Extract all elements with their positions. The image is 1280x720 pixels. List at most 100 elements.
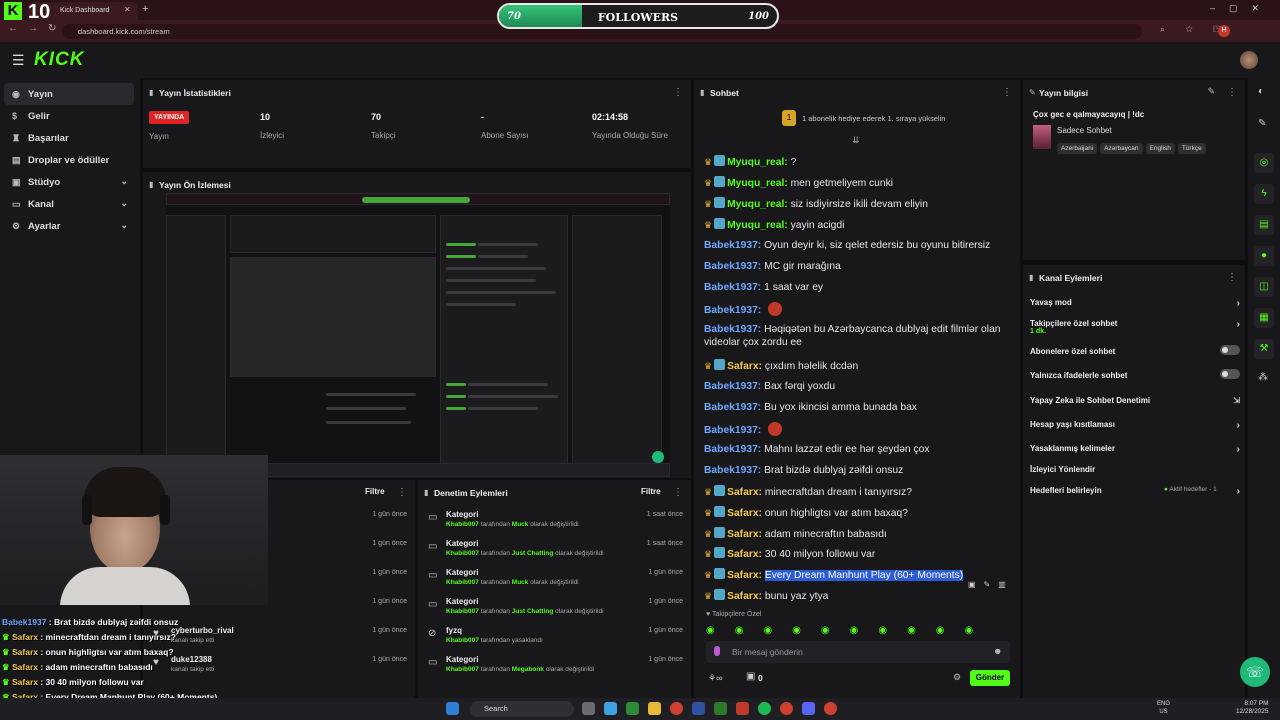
app-icon[interactable] xyxy=(736,702,749,715)
overlay-chat-line: ♛ Safarx : onun highligtsı var atım baxa… xyxy=(2,647,174,657)
filter-button[interactable]: Filtre xyxy=(365,487,385,496)
more-icon[interactable]: ⋮ xyxy=(673,487,683,498)
chrome-icon[interactable] xyxy=(780,702,793,715)
window-controls[interactable]: –▢✕ xyxy=(1210,3,1273,14)
chrome-icon[interactable] xyxy=(670,702,683,715)
chat-username[interactable]: Babek1937: xyxy=(704,381,761,392)
camera-icon[interactable]: ◎ xyxy=(1254,153,1274,173)
chat-bubble-icon[interactable]: ● xyxy=(1254,246,1274,266)
chrome-icon[interactable] xyxy=(824,702,837,715)
ai-moderation-row[interactable]: Yapay Zeka ile Sohbet Denetimi ⇲ xyxy=(1030,396,1240,405)
scroll-down-icon[interactable]: ⇊ xyxy=(852,135,860,146)
more-icon[interactable]: ⋮ xyxy=(397,487,407,498)
chat-username[interactable]: Babek1937: xyxy=(704,465,761,476)
sidebar-item-gelir[interactable]: $ Gelir xyxy=(4,105,134,127)
message-actions[interactable]: ▣✎▥ xyxy=(968,580,1014,589)
discord-icon[interactable] xyxy=(802,702,815,715)
more-icon[interactable]: ⋮ xyxy=(1227,272,1237,283)
new-tab-icon[interactable]: + xyxy=(142,3,148,15)
broadcast-icon[interactable]: ◫ xyxy=(1254,277,1274,297)
sidebar-item-yayin[interactable]: ◉ Yayın xyxy=(4,83,134,105)
chat-username[interactable]: Safarx: xyxy=(727,591,762,602)
more-icon[interactable]: ⋮ xyxy=(1002,87,1012,98)
sidebar-item-ayarlar[interactable]: ⚙ Ayarlar ⌄ xyxy=(4,215,134,237)
sidebar-item-droplar[interactable]: ▤ Droplar ve ödüller xyxy=(4,149,134,171)
more-icon[interactable]: ⋮ xyxy=(1227,87,1237,98)
list-item: ▭ Kategori Khabib007 tarafından Megabonk o… xyxy=(418,651,691,680)
chat-username[interactable]: Safarx: xyxy=(727,570,762,581)
windows-start-icon[interactable] xyxy=(446,702,459,715)
points-icon[interactable]: ⚘∞ xyxy=(708,673,722,684)
sidebar-item-kanal[interactable]: ▭ Kanal ⌄ xyxy=(4,193,134,215)
nested-chat-line xyxy=(446,395,466,398)
slow-mode-row[interactable]: Yavaş mod › xyxy=(1030,298,1240,309)
chat-settings-icon[interactable]: ⚙ xyxy=(953,672,961,683)
chat-username[interactable]: Babek1937: xyxy=(704,444,761,455)
chat-username[interactable]: Safarx: xyxy=(727,508,762,519)
folder-icon[interactable] xyxy=(648,702,661,715)
subs-only-toggle[interactable] xyxy=(1220,345,1240,355)
theme-toggle-icon[interactable]: ◐ xyxy=(1258,86,1264,97)
browser-profile-icon[interactable]: H xyxy=(1218,25,1230,37)
chat-username[interactable]: Safarx: xyxy=(727,487,762,498)
user-avatar[interactable] xyxy=(1240,51,1258,69)
app-icon[interactable] xyxy=(582,702,595,715)
chat-username[interactable]: Safarx: xyxy=(727,549,762,560)
edit-icon[interactable]: ✎ xyxy=(1207,86,1215,97)
wrench-icon[interactable]: ⚒ xyxy=(1254,339,1274,359)
chat-username[interactable]: Safarx: xyxy=(727,361,762,372)
nodes-icon[interactable]: ⁂ xyxy=(1258,372,1268,383)
kick-logo[interactable]: KICK xyxy=(34,49,84,71)
app-icon[interactable] xyxy=(692,702,705,715)
gift-icon[interactable]: ▣ xyxy=(746,671,755,682)
app-icon[interactable] xyxy=(714,702,727,715)
goals-row[interactable]: Hedefleri belirleyin ● Aktif hedefler - 1… xyxy=(1030,486,1240,497)
raid-row[interactable]: İzleyici Yönlendir xyxy=(1030,465,1240,474)
mic-icon[interactable] xyxy=(714,646,720,656)
subs-only-row[interactable]: Abonelere özel sohbet xyxy=(1030,345,1240,356)
support-chat-button[interactable]: ☏ xyxy=(1240,657,1270,687)
taskbar-search[interactable]: Search xyxy=(470,701,574,717)
banned-words-row[interactable]: Yasaklanmış kelimeler › xyxy=(1030,444,1240,455)
app-icon[interactable] xyxy=(626,702,639,715)
send-button[interactable]: Gönder xyxy=(970,670,1010,686)
chat-username[interactable]: Babek1937: xyxy=(704,425,761,436)
nav-buttons[interactable]: ←→↻ xyxy=(8,23,66,34)
tab-close-icon[interactable]: ✕ xyxy=(124,5,131,14)
more-icon[interactable]: ⋮ xyxy=(673,87,683,98)
chat-username[interactable]: Myuqu_real: xyxy=(727,157,788,168)
emote-image xyxy=(768,302,783,316)
stream-preview-video[interactable] xyxy=(166,193,670,477)
server-icon[interactable]: ▦ xyxy=(1254,308,1274,328)
clipboard-icon[interactable]: ▤ xyxy=(1254,215,1274,235)
filter-button[interactable]: Filtre xyxy=(641,487,661,496)
app-icon[interactable] xyxy=(604,702,617,715)
chat-username[interactable]: Babek1937: xyxy=(704,402,761,413)
sidebar-item-studyo[interactable]: ▣ Stüdyo ⌄ xyxy=(4,171,134,193)
chat-username[interactable]: Babek1937: xyxy=(704,261,761,272)
emote-bar[interactable]: ◉◉◉◉◉◉◉◉◉◉ xyxy=(706,625,1010,636)
spotify-icon[interactable] xyxy=(758,702,771,715)
emote-only-toggle[interactable] xyxy=(1220,369,1240,379)
chat-username[interactable]: Babek1937: xyxy=(704,305,761,316)
chat-username[interactable]: Babek1937: xyxy=(704,240,761,251)
hamburger-menu-icon[interactable]: ☰ xyxy=(12,52,25,69)
chat-username[interactable]: Myuqu_real: xyxy=(727,199,788,210)
nested-preview xyxy=(230,257,436,377)
emote-only-row[interactable]: Yalnızca ifadelerle sohbet xyxy=(1030,369,1240,380)
lightning-icon[interactable]: ϟ xyxy=(1254,184,1274,204)
sidebar-item-basarilar[interactable]: ♜ Başarılar xyxy=(4,127,134,149)
language-indicator[interactable]: ENG US xyxy=(1157,700,1170,716)
chat-text: siz isdiyirsize ikili devam eliyin xyxy=(790,199,928,210)
chat-username[interactable]: Myuqu_real: xyxy=(727,178,788,189)
chat-username[interactable]: Safarx: xyxy=(727,529,762,540)
chat-username[interactable]: Babek1937: xyxy=(704,324,761,335)
emoji-icon[interactable]: ☻ xyxy=(993,646,1002,656)
chat-input[interactable]: Bir mesaj gönderin xyxy=(706,641,1010,663)
edit-layout-icon[interactable]: ✎ xyxy=(1258,118,1266,129)
followers-only-row[interactable]: Takipçilere özel sohbet 1 dk. › xyxy=(1030,319,1240,335)
chat-username[interactable]: Babek1937: xyxy=(704,282,761,293)
account-age-row[interactable]: Hesap yaşı kısıtlaması › xyxy=(1030,420,1240,431)
chat-username[interactable]: Myuqu_real: xyxy=(727,220,788,231)
clock[interactable]: 8:07 PM 12/28/2025 xyxy=(1236,700,1269,716)
